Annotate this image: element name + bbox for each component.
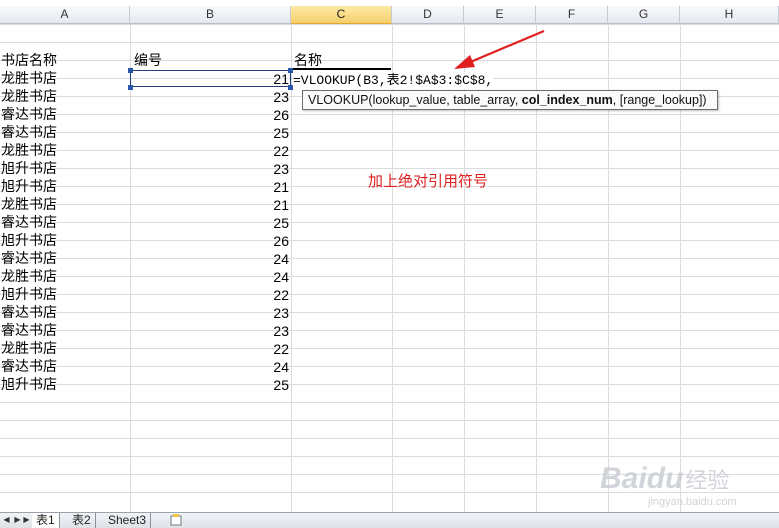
cell-number[interactable]: 22 — [134, 286, 289, 304]
cell-number[interactable]: 25 — [134, 124, 289, 142]
selection-handle-bottom-right[interactable] — [288, 85, 293, 90]
red-arrow-icon — [454, 29, 545, 69]
column-header-g[interactable]: G — [608, 6, 680, 24]
cell-number[interactable]: 23 — [134, 322, 289, 340]
cell-store-name[interactable]: 睿达书店 — [1, 106, 129, 124]
cell-store-name[interactable]: 睿达书店 — [1, 358, 129, 376]
cell-number[interactable]: 26 — [134, 232, 289, 250]
tab-sheet-1[interactable]: 表1 — [32, 513, 60, 528]
cell-number[interactable]: 26 — [134, 106, 289, 124]
cell-number[interactable]: 24 — [134, 268, 289, 286]
selection-handle-top-right[interactable] — [288, 68, 293, 73]
grid-hline — [0, 42, 779, 43]
baidu-watermark: Baidu经验 — [600, 462, 729, 496]
column-header-e[interactable]: E — [464, 6, 536, 24]
cell-store-name[interactable]: 龙胜书店 — [1, 340, 129, 358]
cell-store-name[interactable]: 睿达书店 — [1, 214, 129, 232]
annotation-text: 加上绝对引用符号 — [368, 172, 489, 190]
cell-store-name[interactable]: 龙胜书店 — [1, 70, 129, 88]
cell-store-name[interactable]: 睿达书店 — [1, 304, 129, 322]
cell-number[interactable]: 25 — [134, 214, 289, 232]
cell-store-name[interactable]: 旭升书店 — [1, 232, 129, 250]
grid-hline — [0, 420, 779, 421]
cell-store-name[interactable]: 旭升书店 — [1, 160, 129, 178]
column-header-f[interactable]: F — [536, 6, 608, 24]
cell-number[interactable]: 23 — [134, 160, 289, 178]
cell-number[interactable]: 22 — [134, 142, 289, 160]
cell-store-name[interactable]: 睿达书店 — [1, 322, 129, 340]
grid-hline — [0, 456, 779, 457]
spreadsheet-grid[interactable]: A B C D E F G H 书店名称 编号 名称 龙胜书店 21 龙胜书店 23 睿… — [0, 0, 779, 512]
cell-number[interactable]: 23 — [134, 304, 289, 322]
header-cell-number[interactable]: 编号 — [134, 52, 284, 70]
cell-number[interactable]: 24 — [134, 250, 289, 268]
grid-hline — [0, 402, 779, 403]
cell-store-name[interactable]: 龙胜书店 — [1, 142, 129, 160]
column-header-c[interactable]: C — [291, 6, 392, 24]
cell-number[interactable]: 22 — [134, 340, 289, 358]
tab-sheet-3[interactable]: Sheet3 — [104, 513, 152, 528]
cell-number[interactable]: 21 — [134, 196, 289, 214]
cell-store-name[interactable]: 龙胜书店 — [1, 268, 129, 286]
cell-store-name[interactable]: 旭升书店 — [1, 178, 129, 196]
cell-store-name[interactable]: 睿达书店 — [1, 250, 129, 268]
cell-store-name[interactable]: 旭升书店 — [1, 286, 129, 304]
function-argument-tooltip: VLOOKUP(lookup_value, table_array, col_i… — [302, 90, 718, 110]
tooltip-active-arg: col_index_num — [521, 93, 613, 107]
selection-handle-bottom-left[interactable] — [128, 85, 133, 90]
tab-scroll-first-icon[interactable]: ◀ — [2, 515, 11, 525]
insert-sheet-icon[interactable] — [168, 514, 184, 527]
header-cell-store-name[interactable]: 书店名称 — [1, 52, 129, 70]
cell-number[interactable]: 24 — [134, 358, 289, 376]
watermark-text: 经验 — [685, 469, 730, 494]
tooltip-prefix: VLOOKUP(lookup_value, table_array, — [308, 93, 522, 107]
selection-handle-top-left[interactable] — [128, 68, 133, 73]
cell-store-name[interactable]: 睿达书店 — [1, 124, 129, 142]
cell-number[interactable]: 21 — [134, 178, 289, 196]
tab-scroll-last-icon[interactable]: ▶ — [22, 515, 31, 525]
grid-hline — [0, 438, 779, 439]
tab-scroll-next-icon[interactable]: ▶ — [13, 515, 22, 525]
cell-number[interactable]: 25 — [134, 376, 289, 394]
edit-cell-border — [291, 68, 391, 70]
column-header-b[interactable]: B — [130, 6, 291, 24]
tab-sheet-2[interactable]: 表2 — [68, 513, 96, 528]
watermark-url: jingyan.baidu.com — [648, 496, 737, 508]
sheet-tab-bar: ◀ ▶ ▶ 表1 表2 Sheet3 — [0, 512, 779, 528]
grid-hline — [0, 24, 779, 25]
cell-store-name[interactable]: 旭升书店 — [1, 376, 129, 394]
cell-store-name[interactable]: 龙胜书店 — [1, 196, 129, 214]
baidu-logo: Baidu — [600, 462, 684, 495]
cell-number[interactable]: 23 — [134, 88, 289, 106]
column-header-d[interactable]: D — [392, 6, 464, 24]
referenced-cell-highlight — [130, 70, 291, 87]
cell-store-name[interactable]: 龙胜书店 — [1, 88, 129, 106]
column-header-h[interactable]: H — [680, 6, 779, 24]
column-header-a[interactable]: A — [0, 6, 130, 24]
tooltip-suffix: , [range_lookup]) — [612, 93, 707, 107]
